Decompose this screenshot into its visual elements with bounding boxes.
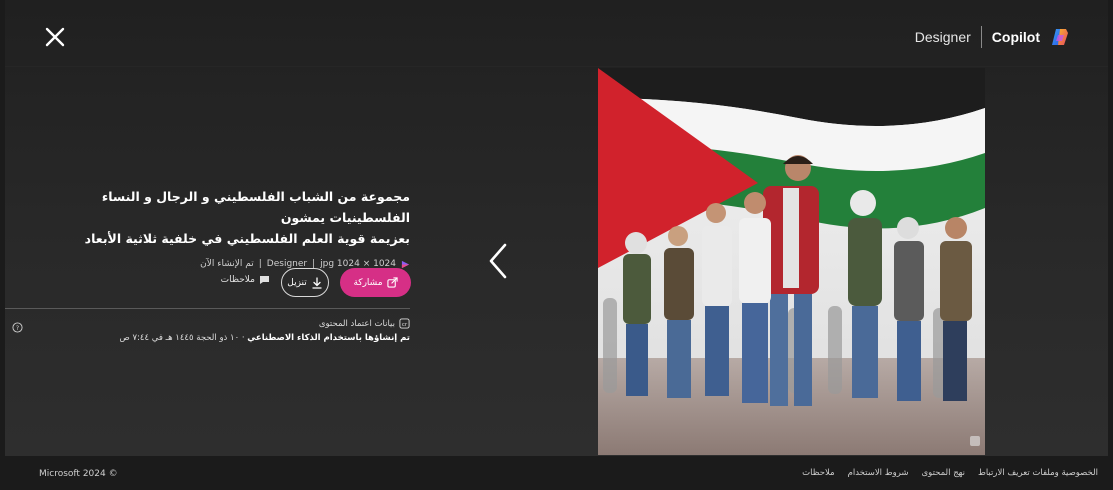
credentials-title: بيانات اعتماد المحتوى (318, 318, 395, 329)
generated-image[interactable] (598, 68, 985, 455)
copyright: Microsoft 2024 © (39, 469, 118, 479)
share-label: مشاركة (353, 277, 383, 288)
feedback-icon (260, 276, 269, 284)
image-info: مجموعة من الشباب الفلسطيني و الرجال و ال… (30, 186, 410, 269)
credentials-date: ١٠ ذو الحجة ١٤٤٥ هـ في ٧:٤٤ ص (119, 333, 240, 343)
generated-image-artwork (598, 68, 985, 455)
footer: Microsoft 2024 © الخصوصية وملفات تعريف ا… (0, 456, 1113, 490)
help-button[interactable]: ? (12, 318, 23, 333)
share-icon (386, 277, 398, 288)
credentials-separator: · (239, 333, 245, 343)
brand-separator (980, 26, 982, 48)
image-title-line-2: بعزيمة قوية العلم الفلسطيني في خلفية ثلا… (84, 231, 410, 246)
image-title: مجموعة من الشباب الفلسطيني و الرجال و ال… (30, 186, 410, 249)
close-icon (45, 27, 65, 47)
download-button[interactable]: تنزيل (281, 268, 329, 297)
close-button[interactable] (40, 22, 70, 52)
image-actions: مشاركة تنزيل ملاحظات (205, 268, 411, 298)
designer-label[interactable]: Designer (915, 29, 971, 45)
svg-text:cr: cr (402, 322, 408, 328)
content-credentials: cr بيانات اعتماد المحتوى تم إنشاؤها باست… (110, 318, 410, 343)
help-icon: ? (12, 322, 23, 333)
copilot-logo-icon[interactable] (1050, 27, 1070, 47)
download-icon (312, 276, 322, 289)
credentials-generated: تم إنشاؤها باستخدام الذكاء الاصطناعي (247, 333, 410, 343)
credentials-header: cr بيانات اعتماد المحتوى (110, 318, 410, 329)
share-button[interactable]: مشاركة (340, 268, 411, 297)
copilot-label[interactable]: Copilot (992, 29, 1040, 45)
footer-links: الخصوصية وملفات تعريف الارتباط نهج المحت… (802, 468, 1098, 478)
footer-link-content-policy[interactable]: نهج المحتوى (922, 468, 965, 478)
footer-link-terms[interactable]: شروط الاستخدام (848, 468, 909, 478)
svg-text:?: ? (16, 324, 19, 332)
footer-link-feedback[interactable]: ملاحظات (802, 468, 834, 478)
feedback-label: ملاحظات (220, 275, 255, 285)
previous-image-button[interactable] (481, 240, 515, 282)
info-divider (5, 308, 410, 309)
feedback-button[interactable]: ملاحظات (221, 275, 270, 285)
footer-link-privacy[interactable]: الخصوصية وملفات تعريف الارتباط (978, 468, 1098, 478)
image-title-line-1: مجموعة من الشباب الفلسطيني و الرجال و ال… (101, 189, 410, 225)
chevron-left-icon (489, 243, 507, 279)
download-label: تنزيل (287, 277, 307, 288)
brand: Designer Copilot (915, 26, 1070, 48)
header-divider (5, 66, 1108, 67)
credentials-detail: تم إنشاؤها باستخدام الذكاء الاصطناعي · ١… (110, 333, 410, 343)
credentials-icon: cr (399, 318, 410, 329)
